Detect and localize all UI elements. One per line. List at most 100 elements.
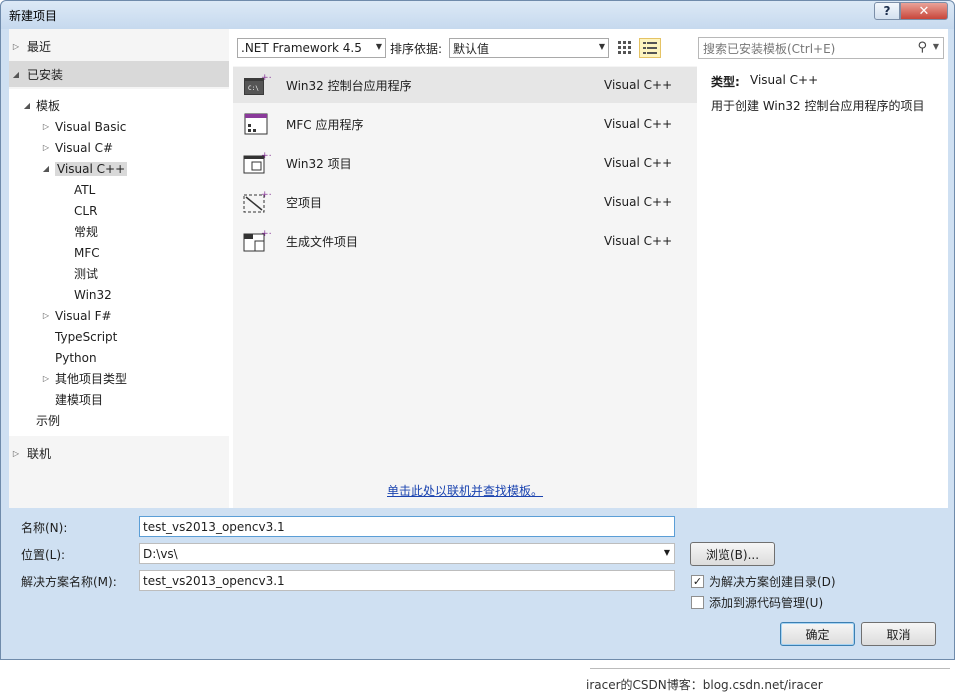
tree-item-label: Visual C++ [55, 161, 128, 176]
tree-item[interactable]: MFC [59, 243, 100, 262]
mfc-app-icon [243, 110, 271, 138]
template-item[interactable]: ++ 生成文件项目 Visual C++ [233, 223, 697, 259]
tree-item-label: Visual C# [55, 140, 114, 155]
solution-name-label: 解决方案名称(M): [21, 575, 117, 589]
template-item[interactable]: C:\++ Win32 控制台应用程序 Visual C++ [233, 67, 697, 103]
section-installed-label: 已安装 [27, 67, 64, 82]
dropdown-arrow-icon: ▼ [598, 42, 605, 51]
template-description: 用于创建 Win32 控制台应用程序的项目 [711, 99, 925, 113]
ok-button[interactable]: 确定 [780, 622, 855, 646]
source-control-option[interactable]: 添加到源代码管理(U) [691, 594, 823, 611]
collapse-arrow-icon[interactable]: ◢ [21, 101, 33, 110]
tree-item[interactable]: TypeScript [40, 327, 117, 346]
tree-item[interactable]: ◢ Visual C++ [40, 159, 128, 178]
sort-label: 排序依据: [390, 42, 443, 56]
template-name: 生成文件项目 [286, 234, 359, 249]
create-directory-option[interactable]: ✓ 为解决方案创建目录(D) [691, 573, 836, 590]
tree-item[interactable]: 示例 [21, 411, 60, 430]
win32-project-icon: ++ [243, 149, 276, 177]
cancel-button[interactable]: 取消 [861, 622, 936, 646]
section-recent[interactable]: ▷ 最近 [9, 33, 229, 59]
expand-arrow-icon[interactable]: ▷ [40, 143, 52, 152]
sort-dropdown[interactable]: 默认值 ▼ [449, 38, 609, 58]
template-language: Visual C++ [604, 156, 673, 170]
tree-item-label: MFC [74, 245, 100, 260]
source-control-checkbox[interactable] [691, 596, 704, 609]
template-item[interactable]: ++ Win32 项目 Visual C++ [233, 145, 697, 181]
tree-item-label: CLR [74, 203, 98, 218]
expand-arrow-icon[interactable]: ▷ [9, 449, 23, 458]
dropdown-arrow-icon[interactable]: ▼ [664, 548, 670, 557]
dropdown-arrow-icon[interactable]: ▼ [933, 42, 939, 51]
online-templates-link[interactable]: 单击此处以联机并查找模板。 [387, 482, 543, 499]
template-list: 单击此处以联机并查找模板。 C:\++Win32 控制台应用程序Visual C… [233, 66, 697, 508]
create-directory-label: 为解决方案创建目录(D) [709, 575, 836, 589]
tree-item[interactable]: Win32 [59, 285, 112, 304]
console-app-icon: C:\++ [243, 71, 276, 99]
section-online[interactable]: ▷ 联机 [9, 440, 229, 466]
tree-item[interactable]: ◢ 模板 [21, 96, 60, 115]
tree-item[interactable]: ATL [59, 180, 95, 199]
svg-text:++: ++ [261, 151, 271, 161]
tree-item-label: Visual Basic [55, 119, 127, 134]
tree-item[interactable]: 测试 [59, 264, 98, 283]
browse-button[interactable]: 浏览(B)... [690, 542, 775, 566]
svg-text:++: ++ [261, 190, 271, 200]
expand-arrow-icon[interactable]: ▷ [40, 374, 52, 383]
collapse-arrow-icon[interactable]: ◢ [40, 164, 52, 173]
template-language: Visual C++ [604, 78, 673, 92]
svg-text:C:\: C:\ [248, 85, 259, 92]
expand-arrow-icon[interactable]: ▷ [40, 122, 52, 131]
grid-view-icon[interactable] [614, 38, 636, 58]
template-name: Win32 控制台应用程序 [286, 78, 412, 93]
name-field[interactable]: test_vs2013_opencv3.1 [139, 516, 675, 537]
tree-item[interactable]: CLR [59, 201, 97, 220]
template-item[interactable]: ++ 空项目 Visual C++ [233, 184, 697, 220]
expand-arrow-icon[interactable]: ▷ [9, 42, 23, 51]
tree-item-label: 测试 [74, 267, 99, 281]
close-button[interactable]: ✕ [900, 2, 948, 20]
content-area: ▷ 最近 ◢ 已安装 ◢ 模板 ▷ Visual Basic ▷ Visual C# ◢ Vi… [9, 29, 948, 508]
tree-item-label: 示例 [36, 414, 61, 428]
collapse-arrow-icon[interactable]: ◢ [9, 70, 23, 79]
dropdown-arrow-icon: ▼ [375, 42, 382, 51]
framework-dropdown[interactable]: .NET Framework 4.5 ▼ [237, 38, 386, 58]
solution-name-field[interactable]: test_vs2013_opencv3.1 [139, 570, 675, 591]
svg-text:++: ++ [261, 73, 271, 83]
template-item[interactable]: MFC 应用程序 Visual C++ [233, 106, 697, 142]
empty-project-icon: ++ [243, 188, 276, 216]
tree-item[interactable]: Python [40, 348, 97, 367]
name-label: 名称(N): [21, 521, 68, 535]
location-field[interactable]: D:\vs\ ▼ [139, 543, 675, 564]
list-view-icon[interactable] [639, 38, 661, 58]
create-directory-checkbox[interactable]: ✓ [691, 575, 704, 588]
framework-value: .NET Framework 4.5 [241, 41, 362, 55]
tree-item-label: TypeScript [55, 329, 118, 344]
tree-item-label: 其他项目类型 [55, 372, 128, 386]
tree-item[interactable]: ▷ 其他项目类型 [40, 369, 127, 388]
template-language: Visual C++ [604, 117, 673, 131]
type-label: 类型: [711, 75, 740, 89]
tree-item[interactable]: ▷ Visual F# [40, 306, 112, 325]
tree-item-label: 建模项目 [55, 393, 104, 407]
location-value: D:\vs\ [143, 546, 178, 561]
search-icon[interactable]: ⚲ [917, 40, 927, 55]
tree-item-label: Visual F# [55, 308, 112, 323]
tree-item-label: Python [55, 350, 97, 365]
tree-item[interactable]: 建模项目 [40, 390, 103, 409]
tree-item[interactable]: ▷ Visual Basic [40, 117, 127, 136]
sort-value: 默认值 [453, 41, 490, 56]
tree-item[interactable]: 常规 [59, 222, 98, 241]
help-button[interactable]: ? [874, 2, 900, 20]
expand-arrow-icon[interactable]: ▷ [40, 311, 52, 320]
template-language: Visual C++ [604, 195, 673, 209]
tree-item-label: Win32 [74, 287, 112, 302]
window-title: 新建项目 [9, 9, 58, 23]
name-value: test_vs2013_opencv3.1 [143, 519, 285, 534]
new-project-dialog: 新建项目 ? ✕ ▷ 最近 ◢ 已安装 ◢ 模板 ▷ Visual Basic ▷ Vis… [0, 0, 955, 660]
search-input[interactable]: 搜索已安装模板(Ctrl+E) ⚲ ▼ [698, 37, 944, 59]
location-label: 位置(L): [21, 548, 66, 562]
section-online-label: 联机 [27, 446, 52, 461]
section-installed[interactable]: ◢ 已安装 [9, 61, 229, 87]
tree-item[interactable]: ▷ Visual C# [40, 138, 113, 157]
